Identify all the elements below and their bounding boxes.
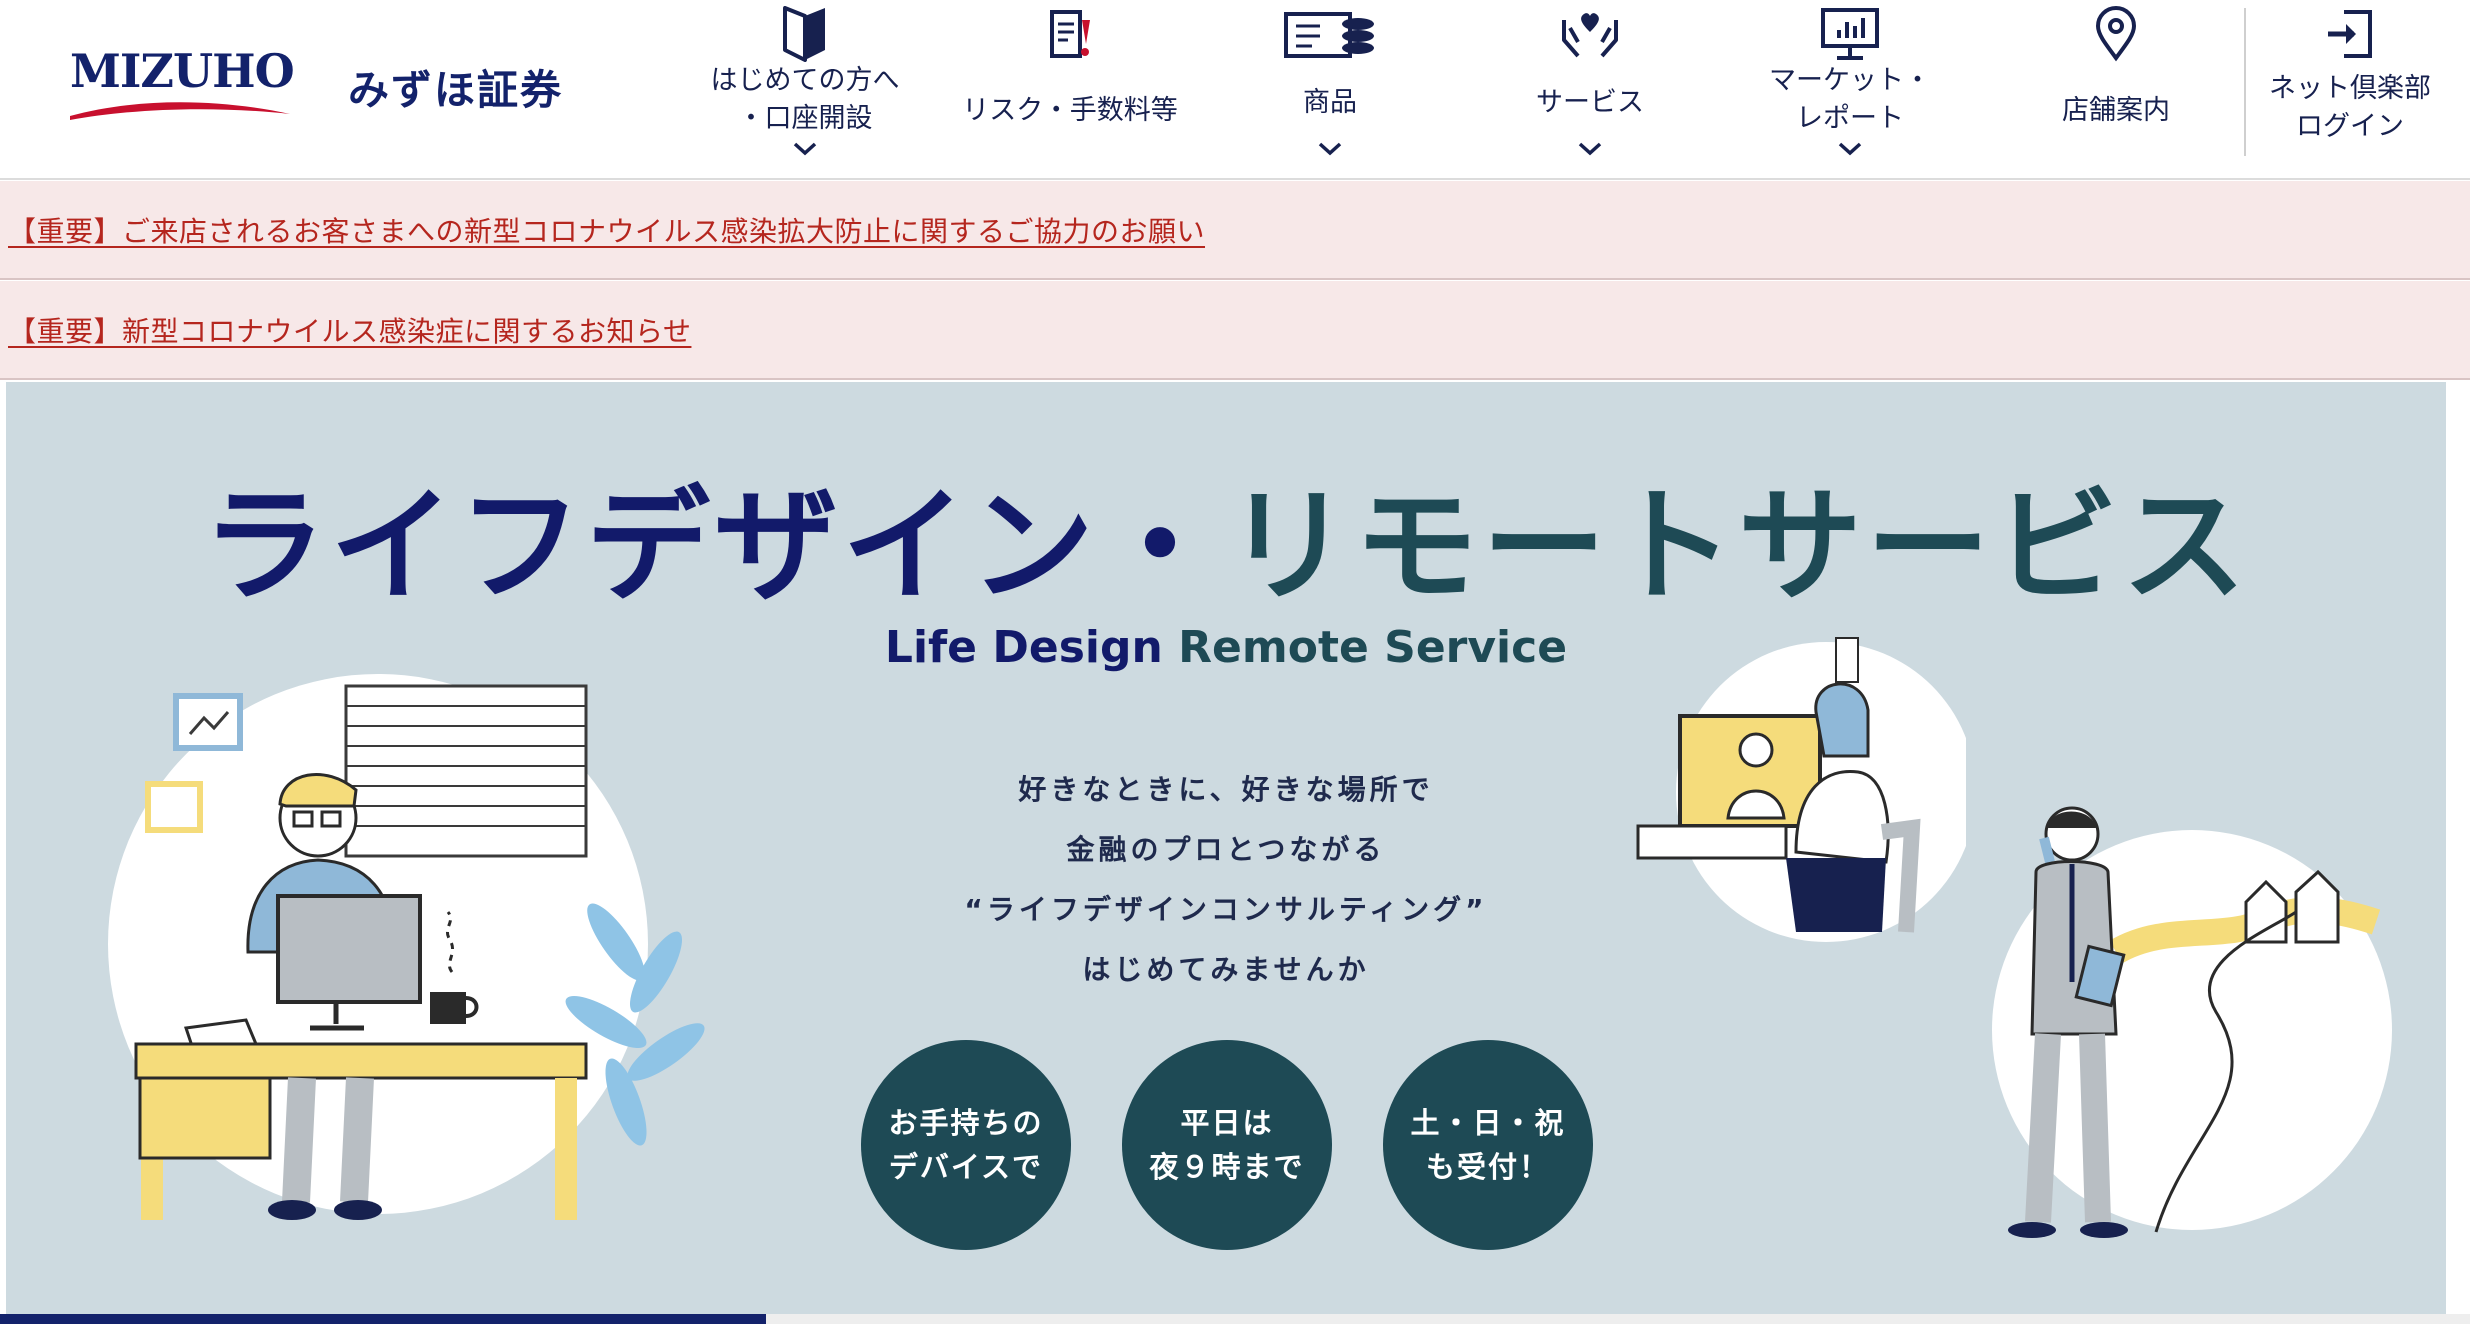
- feature-badge-weekend: 土・日・祝 も受付！: [1383, 1040, 1593, 1250]
- map-pin-icon: [2095, 6, 2137, 62]
- chevron-down-icon: [1318, 142, 1342, 156]
- carousel-progress-track: [0, 1314, 2470, 1324]
- mizuho-logo[interactable]: MIZUHO: [66, 44, 295, 124]
- notice-banner: 【重要】新型コロナウイルス感染症に関するお知らせ: [0, 281, 2470, 380]
- nav-services-label: サービス: [1536, 87, 1644, 118]
- chevron-down-icon: [1578, 142, 1602, 156]
- notice-link-store-visit[interactable]: 【重要】ご来店されるお客さまへの新型コロナウイルス感染拡大防止に関するご協力のお…: [8, 210, 1205, 250]
- login-icon: [2328, 10, 2372, 58]
- nav-products-label: 商品: [1303, 87, 1357, 118]
- badge-line: デバイスで: [888, 1150, 1044, 1184]
- hero-subtitle-part1: Life Design: [884, 622, 1163, 673]
- nav-beginners[interactable]: はじめての方へ ・口座開設: [700, 0, 910, 178]
- nav-market-report-label: マーケット・ レポート: [1769, 65, 1931, 134]
- nav-branches-label: 店舗案内: [2062, 95, 2170, 126]
- feature-badge-weekday-hours: 平日は 夜９時まで: [1122, 1040, 1332, 1250]
- nav-login-label: ネット倶楽部 ログイン: [2269, 73, 2431, 142]
- hero-title: ライフデザイン・リモートサービス: [6, 472, 2446, 622]
- hero-title-part1: ライフデザイン: [201, 475, 1098, 619]
- nav-products[interactable]: 商品: [1240, 0, 1420, 178]
- brand-name[interactable]: みずほ証券: [348, 56, 563, 116]
- chevron-down-icon: [1838, 142, 1862, 156]
- beginner-leaf-icon: [783, 6, 825, 62]
- monitor-chart-icon: [1821, 8, 1879, 60]
- hero-subtitle-part2: Remote Service: [1178, 622, 1568, 673]
- badge-line: も受付！: [1425, 1150, 1550, 1184]
- nav-beginners-label: はじめての方へ ・口座開設: [710, 65, 900, 134]
- hero-title-separator: ・: [1097, 475, 1226, 619]
- nav-services[interactable]: サービス: [1490, 0, 1690, 178]
- notice-banner: 【重要】ご来店されるお客さまへの新型コロナウイルス感染拡大防止に関するご協力のお…: [0, 181, 2470, 280]
- man-on-phone-illustration: [1992, 806, 2392, 1238]
- nav-risk-fees[interactable]: リスク・手数料等: [940, 0, 1200, 178]
- hands-heart-icon: [1562, 13, 1618, 58]
- badge-line: 平日は: [1180, 1106, 1274, 1140]
- nav-risk-fees-label: リスク・手数料等: [962, 95, 1178, 126]
- hero-banner[interactable]: ライフデザイン・リモートサービス Life Design Remote Serv…: [6, 382, 2446, 1314]
- document-alert-icon: [1050, 10, 1090, 58]
- badge-line: お手持ちの: [888, 1106, 1044, 1140]
- nav-market-report[interactable]: マーケット・ レポート: [1740, 0, 1960, 178]
- feature-badge-device: お手持ちの デバイスで: [861, 1040, 1071, 1250]
- badge-line: 土・日・祝: [1410, 1106, 1566, 1140]
- nav-divider: [2244, 8, 2246, 156]
- woman-video-call-illustration: [1636, 637, 1966, 942]
- badge-line: 夜９時まで: [1149, 1150, 1305, 1184]
- chevron-down-icon: [793, 142, 817, 156]
- hero-subtitle: Life Design Remote Service: [6, 622, 2446, 673]
- cash-coins-icon: [1284, 12, 1374, 58]
- nav-login[interactable]: ネット倶楽部 ログイン: [2250, 0, 2450, 178]
- logo-wordmark: MIZUHO: [70, 44, 295, 98]
- hero-title-part2: リモートサービス: [1226, 475, 2251, 619]
- site-header: MIZUHO みずほ証券 はじめての方へ ・口座開設 リスク・手数料等 商品 サ…: [0, 0, 2470, 180]
- notice-link-covid-info[interactable]: 【重要】新型コロナウイルス感染症に関するお知らせ: [8, 310, 691, 350]
- nav-branches[interactable]: 店舗案内: [2016, 0, 2216, 178]
- logo-swoosh-icon: [70, 102, 290, 120]
- carousel-progress-fill: [0, 1314, 766, 1324]
